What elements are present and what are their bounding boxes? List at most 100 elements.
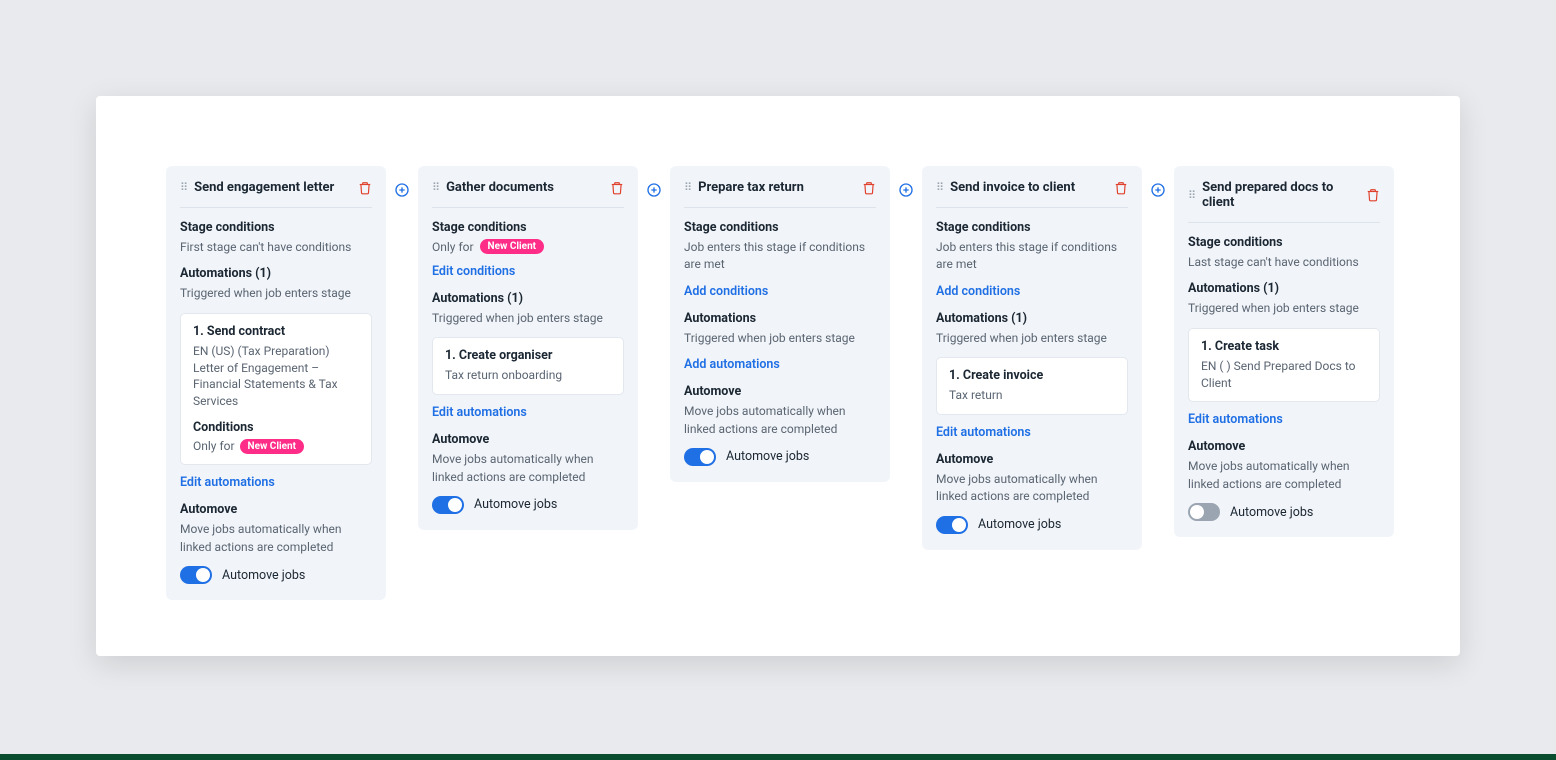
automove-heading: Automove bbox=[180, 502, 372, 517]
stage-card: ⠿ Prepare tax return Stage conditions Job e… bbox=[670, 166, 890, 482]
automations-heading: Automations (1) bbox=[1188, 281, 1380, 296]
add-stage-col bbox=[638, 166, 670, 198]
stage-conditions-subtext: Job enters this stage if conditions are … bbox=[936, 239, 1128, 274]
add-automations-link[interactable]: Add automations bbox=[684, 357, 780, 372]
stage-title: Gather documents bbox=[446, 180, 604, 195]
edit-automations-link[interactable]: Edit automations bbox=[1188, 412, 1283, 427]
stage-title: Prepare tax return bbox=[698, 180, 856, 195]
automove-toggle[interactable] bbox=[432, 496, 464, 514]
automation-desc: EN ( ) Send Prepared Docs to Client bbox=[1201, 358, 1367, 392]
add-stage-button[interactable] bbox=[898, 182, 914, 198]
automove-subtext: Move jobs automatically when linked acti… bbox=[936, 471, 1128, 506]
stage-conditions-heading: Stage conditions bbox=[684, 220, 876, 235]
edit-conditions-link[interactable]: Edit conditions bbox=[432, 264, 515, 279]
automove-toggle[interactable] bbox=[1188, 503, 1220, 521]
stage-wrap: ⠿Send engagement letter Stage conditions F… bbox=[166, 166, 418, 600]
stage-conditions-heading: Stage conditions bbox=[936, 220, 1128, 235]
delete-stage-icon[interactable] bbox=[1114, 181, 1128, 195]
automations-heading: Automations (1) bbox=[936, 311, 1128, 326]
automove-heading: Automove bbox=[432, 432, 624, 447]
automove-toggle-row: Automove jobs bbox=[684, 448, 876, 466]
stage-conditions-subtext: First stage can't have conditions bbox=[180, 239, 372, 256]
stage-header: ⠿ Gather documents bbox=[432, 180, 624, 208]
drag-handle-icon[interactable]: ⠿ bbox=[936, 182, 944, 193]
stage-conditions-subtext: Last stage can't have conditions bbox=[1188, 254, 1380, 271]
add-conditions-link[interactable]: Add conditions bbox=[936, 284, 1020, 299]
delete-stage-icon[interactable] bbox=[610, 181, 624, 195]
automove-heading: Automove bbox=[684, 384, 876, 399]
delete-stage-icon[interactable] bbox=[358, 181, 372, 195]
stage-card: ⠿ Send prepared docs to client Stage condi… bbox=[1174, 166, 1394, 537]
stage-title: Send invoice to client bbox=[950, 180, 1108, 195]
automation-card[interactable]: 1. Create task EN ( ) Send Prepared Docs … bbox=[1188, 328, 1380, 403]
automation-card[interactable]: 1. Create organiser Tax return onboarding bbox=[432, 337, 624, 395]
stage-conditions-heading: Stage conditions bbox=[1188, 235, 1380, 250]
new-client-pill: New Client bbox=[480, 239, 545, 254]
add-stage-col bbox=[1142, 166, 1174, 198]
drag-handle-icon[interactable]: ⠿ bbox=[684, 182, 692, 193]
automations-heading: Automations (1) bbox=[432, 291, 624, 306]
edit-automations-link[interactable]: Edit automations bbox=[432, 405, 527, 420]
automation-title: 1. Create task bbox=[1201, 339, 1367, 354]
automations-subtext: Triggered when job enters stage bbox=[684, 330, 876, 347]
automations-subtext: Triggered when job enters stage bbox=[180, 285, 372, 302]
automove-heading: Automove bbox=[1188, 439, 1380, 454]
automove-subtext: Move jobs automatically when linked acti… bbox=[1188, 458, 1380, 493]
automove-toggle-row: Automove jobs bbox=[1188, 503, 1380, 521]
automove-heading: Automove bbox=[936, 452, 1128, 467]
drag-handle-icon[interactable]: ⠿ bbox=[432, 182, 440, 193]
automove-toggle[interactable] bbox=[180, 566, 212, 584]
stage-conditions-subtext: Job enters this stage if conditions are … bbox=[684, 239, 876, 274]
edit-automations-link[interactable]: Edit automations bbox=[180, 475, 275, 490]
automation-desc: Tax return bbox=[949, 387, 1115, 404]
stage-title: Send prepared docs to client bbox=[1202, 180, 1360, 210]
stage-conditions-heading: Stage conditions bbox=[180, 220, 372, 235]
add-stage-button[interactable] bbox=[646, 182, 662, 198]
automation-conditions-label: Conditions bbox=[193, 420, 359, 435]
drag-handle-icon[interactable]: ⠿ bbox=[180, 182, 188, 193]
automove-toggle-label: Automove jobs bbox=[726, 449, 809, 464]
add-conditions-link[interactable]: Add conditions bbox=[684, 284, 768, 299]
only-for-label: Only for bbox=[193, 439, 238, 453]
automations-subtext: Triggered when job enters stage bbox=[432, 310, 624, 327]
automove-toggle-row: Automove jobs bbox=[936, 516, 1128, 534]
automation-desc: EN (US) (Tax Preparation) Letter of Enga… bbox=[193, 343, 359, 410]
drag-handle-icon[interactable]: ⠿ bbox=[1188, 190, 1196, 201]
footer-stripe bbox=[0, 754, 1556, 760]
automove-toggle[interactable] bbox=[936, 516, 968, 534]
automations-heading: Automations (1) bbox=[180, 266, 372, 281]
add-stage-col bbox=[890, 166, 922, 198]
delete-stage-icon[interactable] bbox=[1366, 188, 1380, 202]
new-client-pill: New Client bbox=[240, 439, 305, 454]
stage-card: ⠿Gather documentsStage conditionsOnly fo… bbox=[418, 166, 638, 530]
stage-header: ⠿ Prepare tax return bbox=[684, 180, 876, 208]
automation-card[interactable]: 1. Create invoice Tax return bbox=[936, 357, 1128, 415]
automove-subtext: Move jobs automatically when linked acti… bbox=[684, 403, 876, 438]
only-for-label: Only for bbox=[432, 240, 474, 254]
stage-card: ⠿Send engagement letter Stage conditions F… bbox=[166, 166, 386, 600]
automation-conditions-line: Only for New Client bbox=[193, 439, 359, 454]
delete-stage-icon[interactable] bbox=[862, 181, 876, 195]
automation-card[interactable]: 1. Send contract EN (US) (Tax Preparation… bbox=[180, 313, 372, 466]
automation-title: 1. Create invoice bbox=[949, 368, 1115, 383]
automation-desc: Tax return onboarding bbox=[445, 367, 611, 384]
stage-header: ⠿ Send invoice to client bbox=[936, 180, 1128, 208]
automations-subtext: Triggered when job enters stage bbox=[936, 330, 1128, 347]
automove-toggle-label: Automove jobs bbox=[222, 568, 305, 583]
edit-automations-link[interactable]: Edit automations bbox=[936, 425, 1031, 440]
automove-toggle[interactable] bbox=[684, 448, 716, 466]
automations-subtext: Triggered when job enters stage bbox=[1188, 300, 1380, 317]
stage-header: ⠿ Send prepared docs to client bbox=[1188, 180, 1380, 223]
add-stage-button[interactable] bbox=[1150, 182, 1166, 198]
automove-toggle-label: Automove jobs bbox=[978, 517, 1061, 532]
stage-header: ⠿Send engagement letter bbox=[180, 180, 372, 208]
stage-conditions-only-for: Only for New Client bbox=[432, 239, 624, 254]
automation-title: 1. Create organiser bbox=[445, 348, 611, 363]
automove-subtext: Move jobs automatically when linked acti… bbox=[432, 451, 624, 486]
add-stage-button[interactable] bbox=[394, 182, 410, 198]
automation-title: 1. Send contract bbox=[193, 324, 359, 339]
automove-toggle-label: Automove jobs bbox=[1230, 505, 1313, 520]
add-stage-col bbox=[386, 166, 418, 198]
stage-wrap: ⠿ Send invoice to client Stage conditions J… bbox=[922, 166, 1174, 550]
stage-wrap: ⠿ Prepare tax return Stage conditions Job e… bbox=[670, 166, 922, 482]
